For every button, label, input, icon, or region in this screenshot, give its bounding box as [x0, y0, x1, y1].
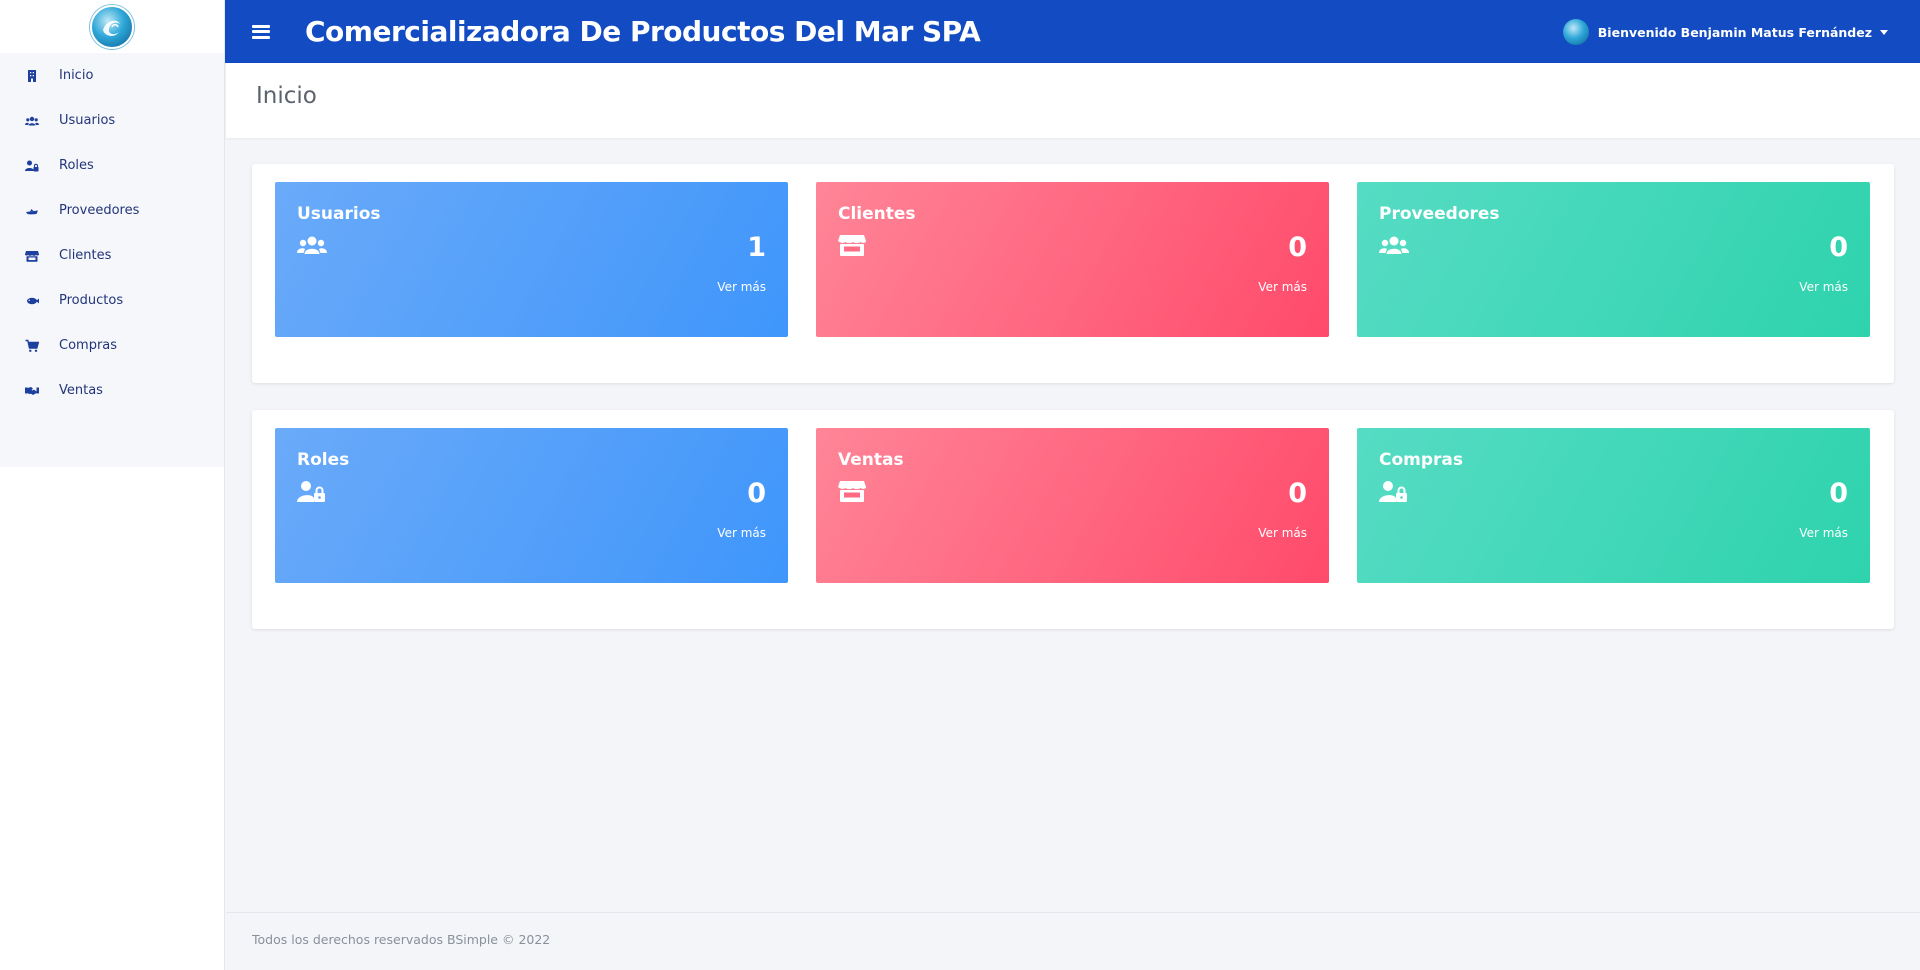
card-title: Roles — [297, 450, 350, 470]
card-roles[interactable]: Roles 0 Ver más — [275, 428, 788, 583]
card-title: Proveedores — [1379, 204, 1500, 224]
sidebar: Inicio Usuarios Roles Proveedores Client… — [0, 0, 225, 970]
card-value: 1 — [747, 232, 766, 263]
ver-mas-link[interactable]: Ver más — [1258, 280, 1307, 294]
fish-icon — [24, 293, 40, 309]
users-icon — [297, 234, 327, 258]
ver-mas-link[interactable]: Ver más — [1799, 280, 1848, 294]
sidebar-item-roles[interactable]: Roles — [0, 143, 224, 188]
user-dropdown[interactable]: Bienvenido Benjamin Matus Fernández — [1562, 19, 1888, 45]
app-title: Comercializadora De Productos Del Mar SP… — [305, 15, 981, 48]
sidebar-item-ventas[interactable]: Ventas — [0, 368, 224, 413]
avatar — [1562, 19, 1589, 45]
store-icon — [838, 480, 868, 504]
card-clientes[interactable]: Clientes 0 Ver más — [816, 182, 1329, 337]
footer: Todos los derechos reservados BSimple © … — [226, 912, 1920, 970]
sidebar-item-label: Proveedores — [59, 203, 140, 218]
card-usuarios[interactable]: Usuarios 1 Ver más — [275, 182, 788, 337]
card-value: 0 — [1829, 478, 1848, 509]
card-value: 0 — [1288, 478, 1307, 509]
top-navbar: Comercializadora De Productos Del Mar SP… — [225, 0, 1920, 63]
card-proveedores[interactable]: Proveedores 0 Ver más — [1357, 182, 1870, 337]
card-title: Clientes — [838, 204, 916, 224]
card-value: 0 — [747, 478, 766, 509]
stats-panel-2: Roles 0 Ver más Ventas 0 Ver más Compras… — [252, 410, 1894, 629]
users-icon — [24, 113, 40, 129]
users-icon — [1379, 234, 1409, 258]
handshake-icon — [24, 383, 40, 399]
user-lock-icon — [24, 158, 40, 174]
building-icon — [24, 68, 40, 84]
caret-down-icon — [1880, 29, 1888, 35]
company-logo[interactable] — [90, 4, 134, 49]
sidebar-item-productos[interactable]: Productos — [0, 278, 224, 323]
card-title: Ventas — [838, 450, 904, 470]
page-header: Inicio — [226, 63, 1920, 138]
stats-panel-1: Usuarios 1 Ver más Clientes 0 Ver más Pr… — [252, 164, 1894, 383]
ship-icon — [24, 203, 40, 219]
ver-mas-link[interactable]: Ver más — [717, 526, 766, 540]
ver-mas-link[interactable]: Ver más — [1258, 526, 1307, 540]
card-ventas[interactable]: Ventas 0 Ver más — [816, 428, 1329, 583]
user-lock-icon — [297, 480, 327, 504]
card-value: 0 — [1829, 232, 1848, 263]
sidebar-item-label: Clientes — [59, 248, 112, 263]
sidebar-item-label: Roles — [59, 158, 94, 173]
sidebar-item-usuarios[interactable]: Usuarios — [0, 98, 224, 143]
sidebar-item-label: Ventas — [59, 383, 103, 398]
card-compras[interactable]: Compras 0 Ver más — [1357, 428, 1870, 583]
card-title: Compras — [1379, 450, 1464, 470]
user-greeting: Bienvenido Benjamin Matus Fernández — [1597, 24, 1872, 40]
sidebar-item-label: Compras — [59, 338, 118, 353]
wave-logo-icon — [103, 20, 120, 36]
cart-icon — [24, 338, 40, 354]
logo-area — [0, 0, 224, 53]
sidebar-item-label: Inicio — [59, 68, 94, 83]
store-icon — [24, 248, 40, 264]
ver-mas-link[interactable]: Ver más — [717, 280, 766, 294]
card-value: 0 — [1288, 232, 1307, 263]
store-icon — [838, 234, 868, 258]
page-title: Inicio — [256, 83, 317, 109]
sidebar-item-proveedores[interactable]: Proveedores — [0, 188, 224, 233]
footer-copyright: Todos los derechos reservados BSimple © … — [252, 932, 551, 947]
ver-mas-link[interactable]: Ver más — [1799, 526, 1848, 540]
sidebar-item-compras[interactable]: Compras — [0, 323, 224, 368]
menu-toggle-icon[interactable] — [252, 24, 270, 39]
sidebar-item-label: Usuarios — [59, 113, 116, 128]
sidebar-item-label: Productos — [59, 293, 124, 308]
user-lock-icon — [1379, 480, 1409, 504]
card-title: Usuarios — [297, 204, 381, 224]
sidebar-item-inicio[interactable]: Inicio — [0, 53, 224, 98]
sidebar-item-clientes[interactable]: Clientes — [0, 233, 224, 278]
sidebar-nav: Inicio Usuarios Roles Proveedores Client… — [0, 53, 224, 467]
